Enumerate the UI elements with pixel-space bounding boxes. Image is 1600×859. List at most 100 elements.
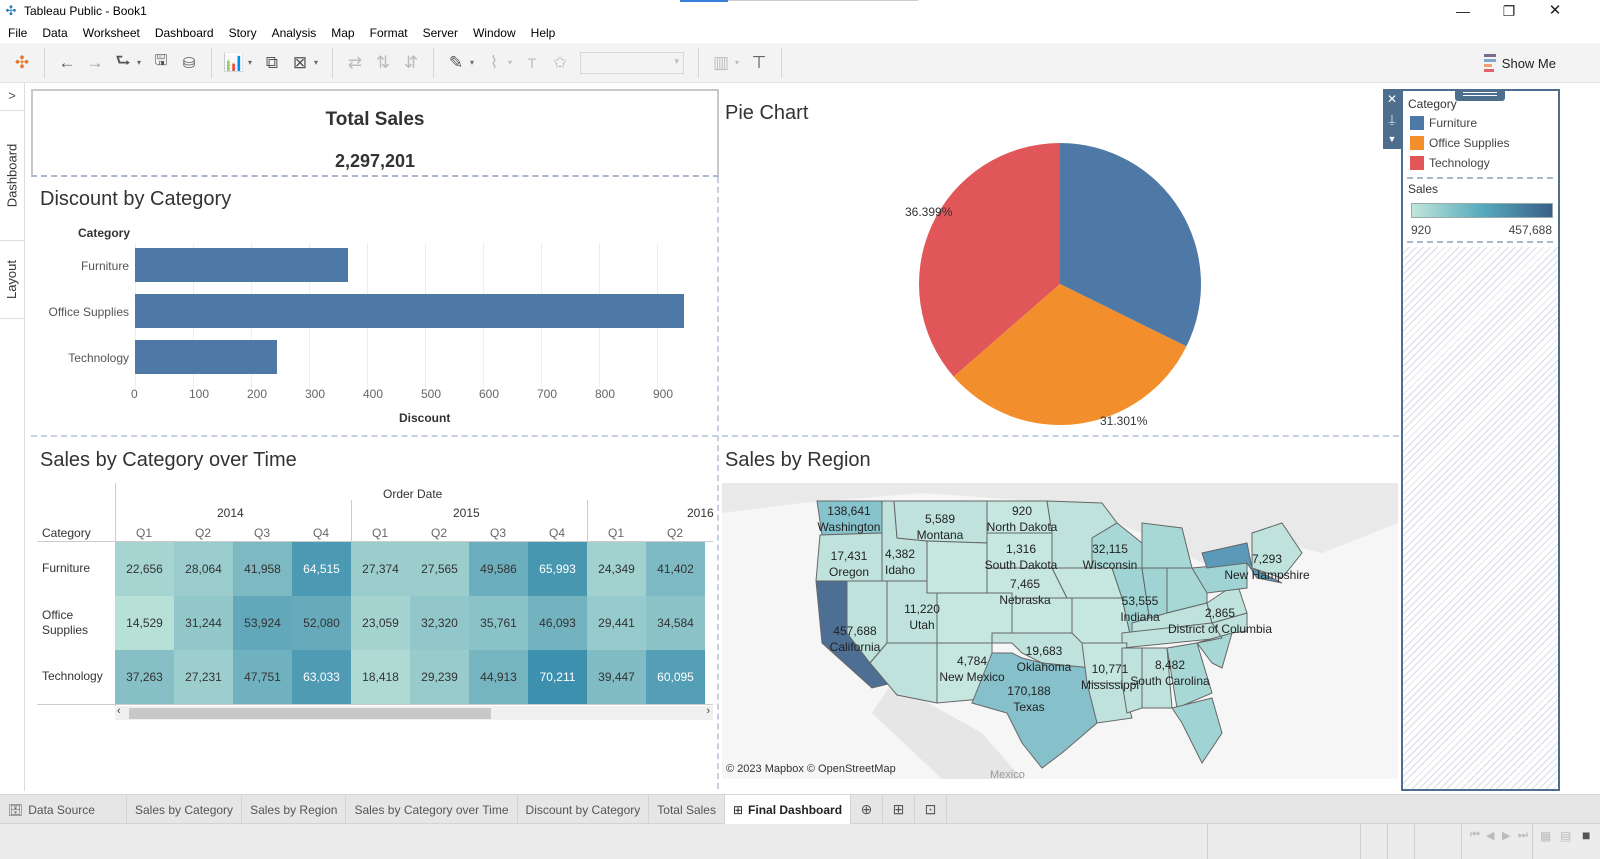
swap-rows-columns-icon[interactable]: ⇄ bbox=[341, 49, 369, 77]
text-icon[interactable]: T bbox=[518, 49, 546, 77]
clear-sheet-icon[interactable]: ⊠ bbox=[286, 49, 314, 77]
heatmap-cell[interactable]: 64,515 bbox=[292, 542, 351, 596]
menu-server[interactable]: Server bbox=[423, 26, 458, 40]
new-worksheet-dropdown-icon[interactable]: ▾ bbox=[248, 58, 258, 67]
sheet-tab-sales-by-category-over-time[interactable]: Sales by Category over Time bbox=[346, 795, 518, 824]
first-sheet-icon[interactable]: ⏮ bbox=[1470, 829, 1480, 842]
sheet-tab-discount-by-category[interactable]: Discount by Category bbox=[518, 795, 650, 824]
scroll-right-icon[interactable]: › bbox=[706, 705, 710, 717]
sheet-sorter-icon[interactable]: ▦ bbox=[1540, 829, 1551, 843]
menu-data[interactable]: Data bbox=[42, 26, 67, 40]
heatmap-cell[interactable]: 37,263 bbox=[115, 650, 174, 704]
menu-format[interactable]: Format bbox=[370, 26, 408, 40]
close-button[interactable]: ✕ bbox=[1532, 0, 1578, 22]
heatmap-cell[interactable]: 65,993 bbox=[528, 542, 587, 596]
heatmap-cell[interactable]: 47,751 bbox=[233, 650, 292, 704]
heatmap-cell[interactable]: 29,239 bbox=[410, 650, 469, 704]
menu-worksheet[interactable]: Worksheet bbox=[83, 26, 140, 40]
menu-dashboard[interactable]: Dashboard bbox=[155, 26, 214, 40]
menu-help[interactable]: Help bbox=[531, 26, 556, 40]
tab-dashboard[interactable]: Dashboard bbox=[0, 111, 24, 241]
restore-button[interactable]: ❐ bbox=[1486, 0, 1532, 22]
sort-descending-icon[interactable]: ⇵ bbox=[397, 49, 425, 77]
heatmap-cell[interactable]: 35,761 bbox=[469, 596, 528, 650]
legend-drag-handle[interactable] bbox=[1455, 89, 1505, 101]
tab-layout[interactable]: Layout bbox=[0, 241, 24, 319]
heatmap-cell[interactable]: 34,584 bbox=[646, 596, 705, 650]
heatmap-cell[interactable]: 41,958 bbox=[233, 542, 292, 596]
sort-ascending-icon[interactable]: ⇅ bbox=[369, 49, 397, 77]
heatmap-cell[interactable]: 29,441 bbox=[587, 596, 646, 650]
heatmap-cell[interactable]: 52,080 bbox=[292, 596, 351, 650]
heatmap-cell[interactable]: 46,093 bbox=[528, 596, 587, 650]
pin-legend-icon[interactable]: ⍊ bbox=[1383, 109, 1401, 129]
heatmap-cell[interactable]: 53,924 bbox=[233, 596, 292, 650]
clear-sheet-dropdown-icon[interactable]: ▾ bbox=[314, 58, 324, 67]
heatmap-cell[interactable]: 22,656 bbox=[115, 542, 174, 596]
heatmap-cell[interactable]: 23,059 bbox=[351, 596, 410, 650]
sheet-tab-final-dashboard[interactable]: ⊞ Final Dashboard bbox=[724, 795, 852, 824]
menu-story[interactable]: Story bbox=[229, 26, 257, 40]
show-me-button[interactable]: Show Me bbox=[1483, 53, 1556, 73]
fit-dropdown[interactable] bbox=[580, 51, 684, 74]
sheet-tab-sales-by-region[interactable]: Sales by Region bbox=[242, 795, 347, 824]
expand-side-panel-button[interactable]: > bbox=[0, 83, 24, 111]
minimize-button[interactable]: — bbox=[1440, 0, 1486, 22]
previous-sheet-icon[interactable]: ◀ bbox=[1486, 829, 1494, 842]
presentation-mode-icon[interactable]: ⊤ bbox=[745, 49, 773, 77]
legend-item-technology[interactable]: Technology bbox=[1410, 156, 1490, 170]
legend-item-furniture[interactable]: Furniture bbox=[1410, 116, 1477, 130]
heatmap-cell[interactable]: 32,320 bbox=[410, 596, 469, 650]
legend-menu-icon[interactable]: ▼ bbox=[1383, 129, 1401, 149]
last-sheet-icon[interactable]: ⏭ bbox=[1518, 829, 1528, 842]
scrollbar-thumb[interactable] bbox=[129, 708, 491, 719]
attach-icon[interactable]: ⌇ bbox=[480, 49, 508, 77]
heatmap-cell[interactable]: 49,586 bbox=[469, 542, 528, 596]
heatmap-cell[interactable]: 31,244 bbox=[174, 596, 233, 650]
sheet-tab-total-sales[interactable]: Total Sales bbox=[649, 795, 725, 824]
heatmap-cell[interactable]: 41,402 bbox=[646, 542, 705, 596]
heatmap-cell[interactable]: 14,529 bbox=[115, 596, 174, 650]
new-dashboard-tab-icon[interactable]: ⊞ bbox=[883, 795, 916, 824]
sheet-tab-data-source[interactable]: 🗄 Data Source bbox=[0, 795, 127, 824]
show-cards-dropdown-icon[interactable]: ▾ bbox=[735, 58, 745, 67]
heatmap-cell[interactable]: 28,064 bbox=[174, 542, 233, 596]
highlight-dropdown-icon[interactable]: ▾ bbox=[470, 58, 480, 67]
filmstrip-icon[interactable]: ▤ bbox=[1560, 829, 1571, 843]
save-icon[interactable]: 🖫 bbox=[147, 49, 175, 77]
redo-icon[interactable]: → bbox=[81, 49, 109, 77]
scroll-left-icon[interactable]: ‹ bbox=[117, 705, 121, 717]
heatmap-cell[interactable]: 27,565 bbox=[410, 542, 469, 596]
tableau-logo-icon[interactable]: ✣ bbox=[8, 49, 36, 77]
heatmap-cell[interactable]: 60,095 bbox=[646, 650, 705, 704]
pin-icon[interactable]: ✩ bbox=[546, 49, 574, 77]
new-data-source-icon[interactable]: ⛁ bbox=[175, 49, 203, 77]
heatmap-cell[interactable]: 27,374 bbox=[351, 542, 410, 596]
menu-window[interactable]: Window bbox=[473, 26, 516, 40]
duplicate-sheet-icon[interactable]: ⧉ bbox=[258, 49, 286, 77]
heatmap-cell[interactable]: 70,211 bbox=[528, 650, 587, 704]
menu-file[interactable]: File bbox=[8, 26, 27, 40]
legend-item-office-supplies[interactable]: Office Supplies bbox=[1410, 136, 1510, 150]
sales-map[interactable]: 138,641 Washington 5,589 Montana 920 North Da… bbox=[722, 483, 1398, 779]
attach-dropdown-icon[interactable]: ▾ bbox=[508, 58, 518, 67]
heatmap-horizontal-scrollbar[interactable]: ‹ › bbox=[115, 705, 713, 720]
remove-legend-icon[interactable]: ✕ bbox=[1383, 89, 1401, 109]
heatmap-cell[interactable]: 39,447 bbox=[587, 650, 646, 704]
highlight-icon[interactable]: ✎ bbox=[442, 49, 470, 77]
map-copyright[interactable]: © 2023 Mapbox © OpenStreetMap bbox=[726, 763, 896, 775]
heatmap-cell[interactable]: 63,033 bbox=[292, 650, 351, 704]
new-worksheet-icon[interactable]: 📊 bbox=[220, 49, 248, 77]
undo-icon[interactable]: ← bbox=[53, 49, 81, 77]
replay-icon[interactable]: ⮑ bbox=[109, 49, 137, 77]
menu-analysis[interactable]: Analysis bbox=[272, 26, 317, 40]
heatmap-cell[interactable]: 18,418 bbox=[351, 650, 410, 704]
heatmap-cell[interactable]: 27,231 bbox=[174, 650, 233, 704]
next-sheet-icon[interactable]: ▶ bbox=[1502, 829, 1510, 842]
tabs-view-icon[interactable]: ■ bbox=[1582, 827, 1590, 843]
new-worksheet-tab-icon[interactable]: ⊕ bbox=[851, 795, 884, 824]
new-story-tab-icon[interactable]: ⊡ bbox=[915, 795, 948, 824]
sheet-tab-sales-by-category[interactable]: Sales by Category bbox=[127, 795, 243, 824]
heatmap-cell[interactable]: 24,349 bbox=[587, 542, 646, 596]
heatmap-cell[interactable]: 44,913 bbox=[469, 650, 528, 704]
